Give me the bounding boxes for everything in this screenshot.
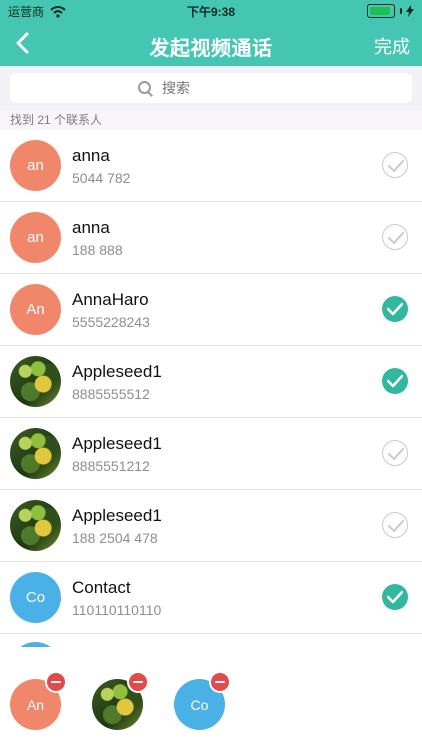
header: 运营商 下午9:38 发起视频通话 完成 <box>0 0 422 66</box>
remove-selected-button[interactable] <box>45 671 67 693</box>
avatar: an <box>10 212 61 263</box>
avatar: Co <box>10 572 61 623</box>
contact-phone: 188 888 <box>72 242 123 258</box>
page-title: 发起视频通话 <box>149 38 273 60</box>
search-bar[interactable] <box>10 73 412 103</box>
contact-name: Appleseed1 <box>72 434 162 453</box>
contact-phone: 110110110110 <box>72 602 162 618</box>
contact-list[interactable]: an anna 5044 782 an anna 188 888 An Anna… <box>0 130 422 647</box>
charging-icon <box>406 5 414 17</box>
checkmark-icon <box>388 160 404 172</box>
avatar <box>10 500 61 551</box>
select-checkbox[interactable] <box>382 440 408 466</box>
checkmark-icon <box>388 232 404 244</box>
select-checkbox[interactable] <box>382 296 408 322</box>
contact-row[interactable]: an anna 5044 782 <box>0 130 422 202</box>
selected-avatar[interactable]: Co <box>174 671 231 730</box>
avatar: An <box>10 284 61 335</box>
checkmark-icon <box>388 520 404 532</box>
contact-phone: 8885555512 <box>72 386 150 402</box>
battery-icon <box>367 4 395 18</box>
checkmark-icon <box>387 302 403 316</box>
select-checkbox[interactable] <box>382 512 408 538</box>
contact-row[interactable]: Appleseed1 8885551212 <box>0 418 422 490</box>
done-button[interactable]: 完成 <box>374 33 410 59</box>
select-checkbox[interactable] <box>382 224 408 250</box>
contact-phone: 5555228243 <box>72 314 150 330</box>
search-icon <box>138 81 152 95</box>
contact-row[interactable]: Co Contact 110110110110 <box>0 562 422 634</box>
contacts-count: 找到 21 个联系人 <box>0 110 422 130</box>
contact-phone: 5044 782 <box>72 170 131 186</box>
contact-name: anna <box>72 146 110 165</box>
contact-phone: 8885551212 <box>72 458 150 474</box>
contact-row[interactable]: Appleseed1 188 2504 478 <box>0 490 422 562</box>
checkmark-icon <box>388 448 404 460</box>
contact-name: Appleseed1 <box>72 362 162 381</box>
selected-contacts-bar: An Co <box>0 647 422 750</box>
search-input[interactable] <box>160 79 284 97</box>
navigation-bar: 发起视频通话 完成 <box>0 22 422 66</box>
select-checkbox[interactable] <box>382 584 408 610</box>
checkmark-icon <box>387 374 403 388</box>
contact-name: AnnaHaro <box>72 290 149 309</box>
status-bar: 运营商 下午9:38 <box>0 0 422 22</box>
battery-indicator <box>367 4 414 18</box>
contact-name: Appleseed1 <box>72 506 162 525</box>
avatar <box>10 356 61 407</box>
selected-avatar[interactable]: An <box>10 671 67 730</box>
avatar <box>10 428 61 479</box>
contact-name: anna <box>72 218 110 237</box>
contact-phone: 188 2504 478 <box>72 530 158 546</box>
contact-row[interactable]: an anna 188 888 <box>0 202 422 274</box>
contact-row[interactable]: Appleseed1 8885555512 <box>0 346 422 418</box>
avatar: an <box>10 140 61 191</box>
contact-name: Contact <box>72 578 131 597</box>
contact-row[interactable] <box>0 634 422 647</box>
select-checkbox[interactable] <box>382 368 408 394</box>
selected-avatar[interactable] <box>92 671 149 730</box>
remove-selected-button[interactable] <box>209 671 231 693</box>
select-checkbox[interactable] <box>382 152 408 178</box>
checkmark-icon <box>387 590 403 604</box>
search-container <box>0 66 422 110</box>
contact-row[interactable]: An AnnaHaro 5555228243 <box>0 274 422 346</box>
remove-selected-button[interactable] <box>127 671 149 693</box>
status-time: 下午9:38 <box>186 5 236 19</box>
